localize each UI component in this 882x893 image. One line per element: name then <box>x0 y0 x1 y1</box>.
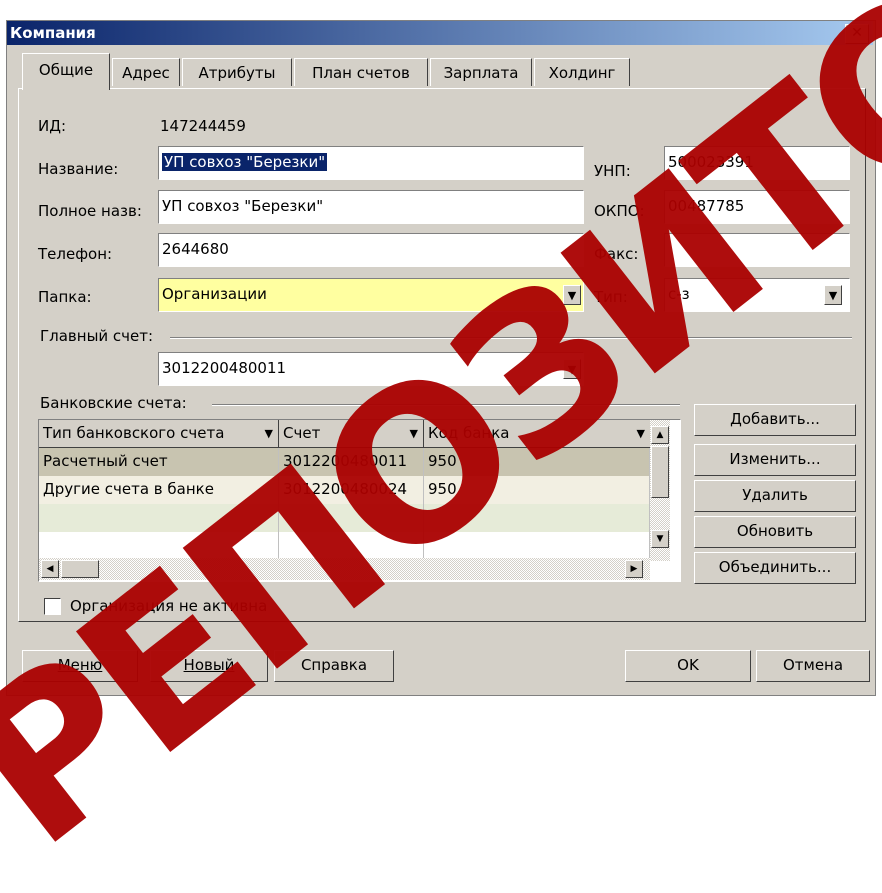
table-row[interactable] <box>39 532 650 560</box>
name-field[interactable]: УП совхоз "Березки" <box>158 146 584 180</box>
chevron-down-icon: ▼ <box>567 363 577 376</box>
table-cell <box>424 504 650 532</box>
table-cell: 950 <box>424 448 650 476</box>
bank-accounts-grid[interactable]: Тип банковского счета ▼ Счет ▼ Код банка ▼ … <box>38 419 681 582</box>
button-label: Новый <box>183 656 235 674</box>
fax-label: Факс: <box>594 245 639 263</box>
table-cell <box>39 532 279 560</box>
merge-button[interactable]: Объединить... <box>694 552 856 584</box>
help-button[interactable]: Справка <box>274 650 394 682</box>
table-cell <box>424 532 650 560</box>
arrow-up-icon: ▲ <box>656 430 664 440</box>
scroll-left-button[interactable]: ◀ <box>41 560 59 578</box>
column-header-account[interactable]: Счет ▼ <box>279 420 424 448</box>
window-title: Компания <box>10 24 96 42</box>
table-cell <box>279 532 424 560</box>
vertical-scroll-thumb[interactable] <box>651 446 669 498</box>
divider <box>212 404 680 406</box>
scroll-right-button[interactable]: ▶ <box>625 560 643 578</box>
chevron-down-icon: ▼ <box>567 289 577 302</box>
tab-general[interactable]: Общие <box>22 53 110 90</box>
table-cell: Расчетный счет <box>39 448 279 476</box>
tab-chart-of-accounts[interactable]: План счетов <box>294 58 428 86</box>
column-label: Код банка <box>428 424 510 442</box>
table-cell: 3012200480024 <box>279 476 424 504</box>
folder-dropdown-button[interactable]: ▼ <box>563 285 581 305</box>
fullname-field[interactable]: УП совхоз "Березки" <box>158 190 584 224</box>
title-bar[interactable] <box>7 21 873 45</box>
tab-salary[interactable]: Зарплата <box>430 58 532 86</box>
okpo-label: ОКПО: <box>594 202 645 220</box>
tab-address[interactable]: Адрес <box>112 58 180 86</box>
arrow-down-icon: ▼ <box>656 534 664 544</box>
type-label: Тип: <box>594 288 628 306</box>
sort-arrow-icon: ▼ <box>264 427 273 440</box>
type-select[interactable]: с-з <box>664 278 850 312</box>
scroll-up-button[interactable]: ▲ <box>651 426 669 444</box>
table-cell <box>279 504 424 532</box>
close-button[interactable]: ✕ <box>845 24 869 44</box>
id-value: 147244459 <box>160 117 246 135</box>
add-button[interactable]: Добавить... <box>694 404 856 436</box>
table-cell: 950 <box>424 476 650 504</box>
table-row[interactable]: Другие счета в банке 3012200480024 950 <box>39 476 650 504</box>
column-label: Счет <box>283 424 321 442</box>
delete-button[interactable]: Удалить <box>694 480 856 512</box>
menu-button[interactable]: Меню <box>22 650 138 682</box>
name-label: Название: <box>38 160 119 178</box>
scroll-down-button[interactable]: ▼ <box>651 530 669 548</box>
sort-arrow-icon: ▼ <box>409 427 418 440</box>
fullname-label: Полное назв: <box>38 202 142 220</box>
main-account-label: Главный счет: <box>40 327 154 345</box>
fax-field[interactable] <box>664 233 850 267</box>
bank-accounts-label: Банковские счета: <box>40 394 187 412</box>
horizontal-scrollbar[interactable] <box>39 558 650 580</box>
chevron-down-icon: ▼ <box>828 289 838 302</box>
main-account-dropdown-button[interactable]: ▼ <box>563 359 581 379</box>
phone-label: Телефон: <box>38 245 113 263</box>
table-cell: 3012200480011 <box>279 448 424 476</box>
main-account-select[interactable]: 3012200480011 <box>158 352 584 386</box>
unp-label: УНП: <box>594 162 631 180</box>
type-dropdown-button[interactable]: ▼ <box>824 285 842 305</box>
column-header-bank-code[interactable]: Код банка ▼ <box>424 420 651 448</box>
id-label: ИД: <box>38 117 66 135</box>
column-header-account-type[interactable]: Тип банковского счета ▼ <box>39 420 279 448</box>
cancel-button[interactable]: Отмена <box>756 650 870 682</box>
folder-label: Папка: <box>38 288 92 306</box>
unp-field[interactable]: 500023391 <box>664 146 850 180</box>
arrow-left-icon: ◀ <box>46 564 54 574</box>
horizontal-scroll-thumb[interactable] <box>61 560 99 578</box>
inactive-checkbox[interactable] <box>44 598 61 615</box>
inactive-label: Организация не активна <box>70 597 268 615</box>
table-cell <box>39 504 279 532</box>
phone-field[interactable]: 2644680 <box>158 233 584 267</box>
arrow-right-icon: ▶ <box>630 564 638 574</box>
table-row[interactable] <box>39 504 650 532</box>
okpo-field[interactable]: 00487785 <box>664 190 850 224</box>
table-row[interactable]: Расчетный счет 3012200480011 950 <box>39 448 650 476</box>
column-label: Тип банковского счета <box>43 424 225 442</box>
refresh-button[interactable]: Обновить <box>694 516 856 548</box>
table-cell: Другие счета в банке <box>39 476 279 504</box>
edit-button[interactable]: Изменить... <box>694 444 856 476</box>
divider <box>170 337 852 339</box>
tab-attributes[interactable]: Атрибуты <box>182 58 292 86</box>
name-value: УП совхоз "Березки" <box>162 153 328 171</box>
new-button[interactable]: Новый <box>150 650 268 682</box>
tab-holding[interactable]: Холдинг <box>534 58 630 86</box>
folder-select[interactable]: Организации <box>158 278 584 312</box>
ok-button[interactable]: OK <box>625 650 751 682</box>
sort-arrow-icon: ▼ <box>636 427 645 440</box>
button-label: Меню <box>57 656 103 674</box>
close-icon: ✕ <box>851 25 863 41</box>
